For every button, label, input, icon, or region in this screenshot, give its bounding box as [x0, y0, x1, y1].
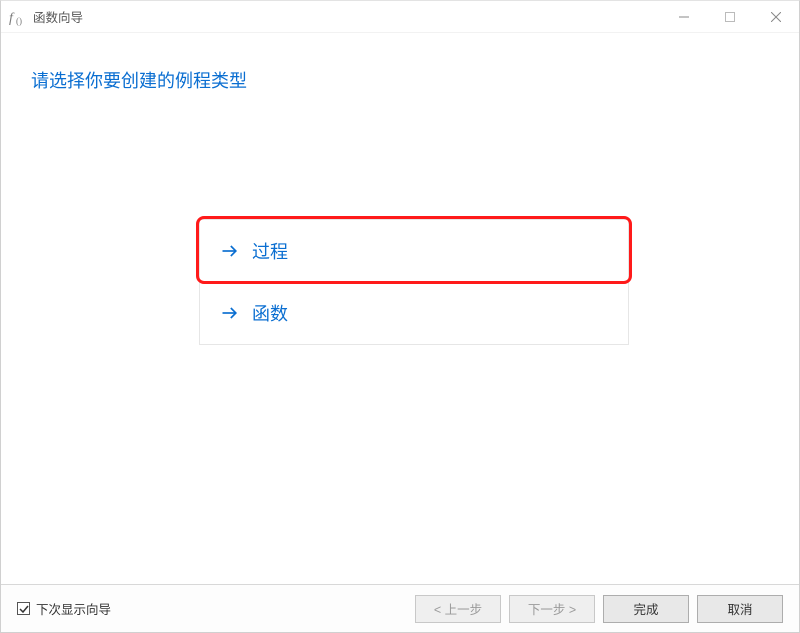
checkbox-icon [17, 602, 30, 615]
svg-text:(): () [16, 16, 22, 26]
window-controls [661, 1, 799, 33]
app-icon: f() [9, 8, 27, 26]
window-title: 函数向导 [33, 7, 83, 26]
checkbox-label: 下次显示向导 [36, 599, 111, 618]
titlebar-left: f() 函数向导 [1, 7, 83, 26]
cancel-button[interactable]: 取消 [697, 595, 783, 623]
minimize-button[interactable] [661, 1, 707, 33]
close-button[interactable] [753, 1, 799, 33]
next-button: 下一步 > [509, 595, 595, 623]
maximize-button[interactable] [707, 1, 753, 33]
footer-bar: 下次显示向导 < 上一步 下一步 > 完成 取消 [1, 584, 799, 632]
show-next-time-checkbox[interactable]: 下次显示向导 [17, 599, 111, 618]
finish-button[interactable]: 完成 [603, 595, 689, 623]
arrow-right-icon [220, 303, 240, 323]
option-function[interactable]: 函数 [200, 282, 628, 344]
option-label: 函数 [252, 300, 288, 326]
arrow-right-icon [220, 241, 240, 261]
back-button: < 上一步 [415, 595, 501, 623]
page-heading: 请选择你要创建的例程类型 [25, 57, 775, 93]
content-area: 请选择你要创建的例程类型 过程 函数 [1, 33, 799, 584]
svg-text:f: f [9, 11, 15, 26]
wizard-window: f() 函数向导 请选择你要创建的例程类型 过程 [0, 0, 800, 633]
titlebar: f() 函数向导 [1, 1, 799, 33]
option-label: 过程 [252, 238, 288, 264]
routine-type-list: 过程 函数 [199, 219, 629, 345]
option-procedure[interactable]: 过程 [200, 220, 628, 282]
